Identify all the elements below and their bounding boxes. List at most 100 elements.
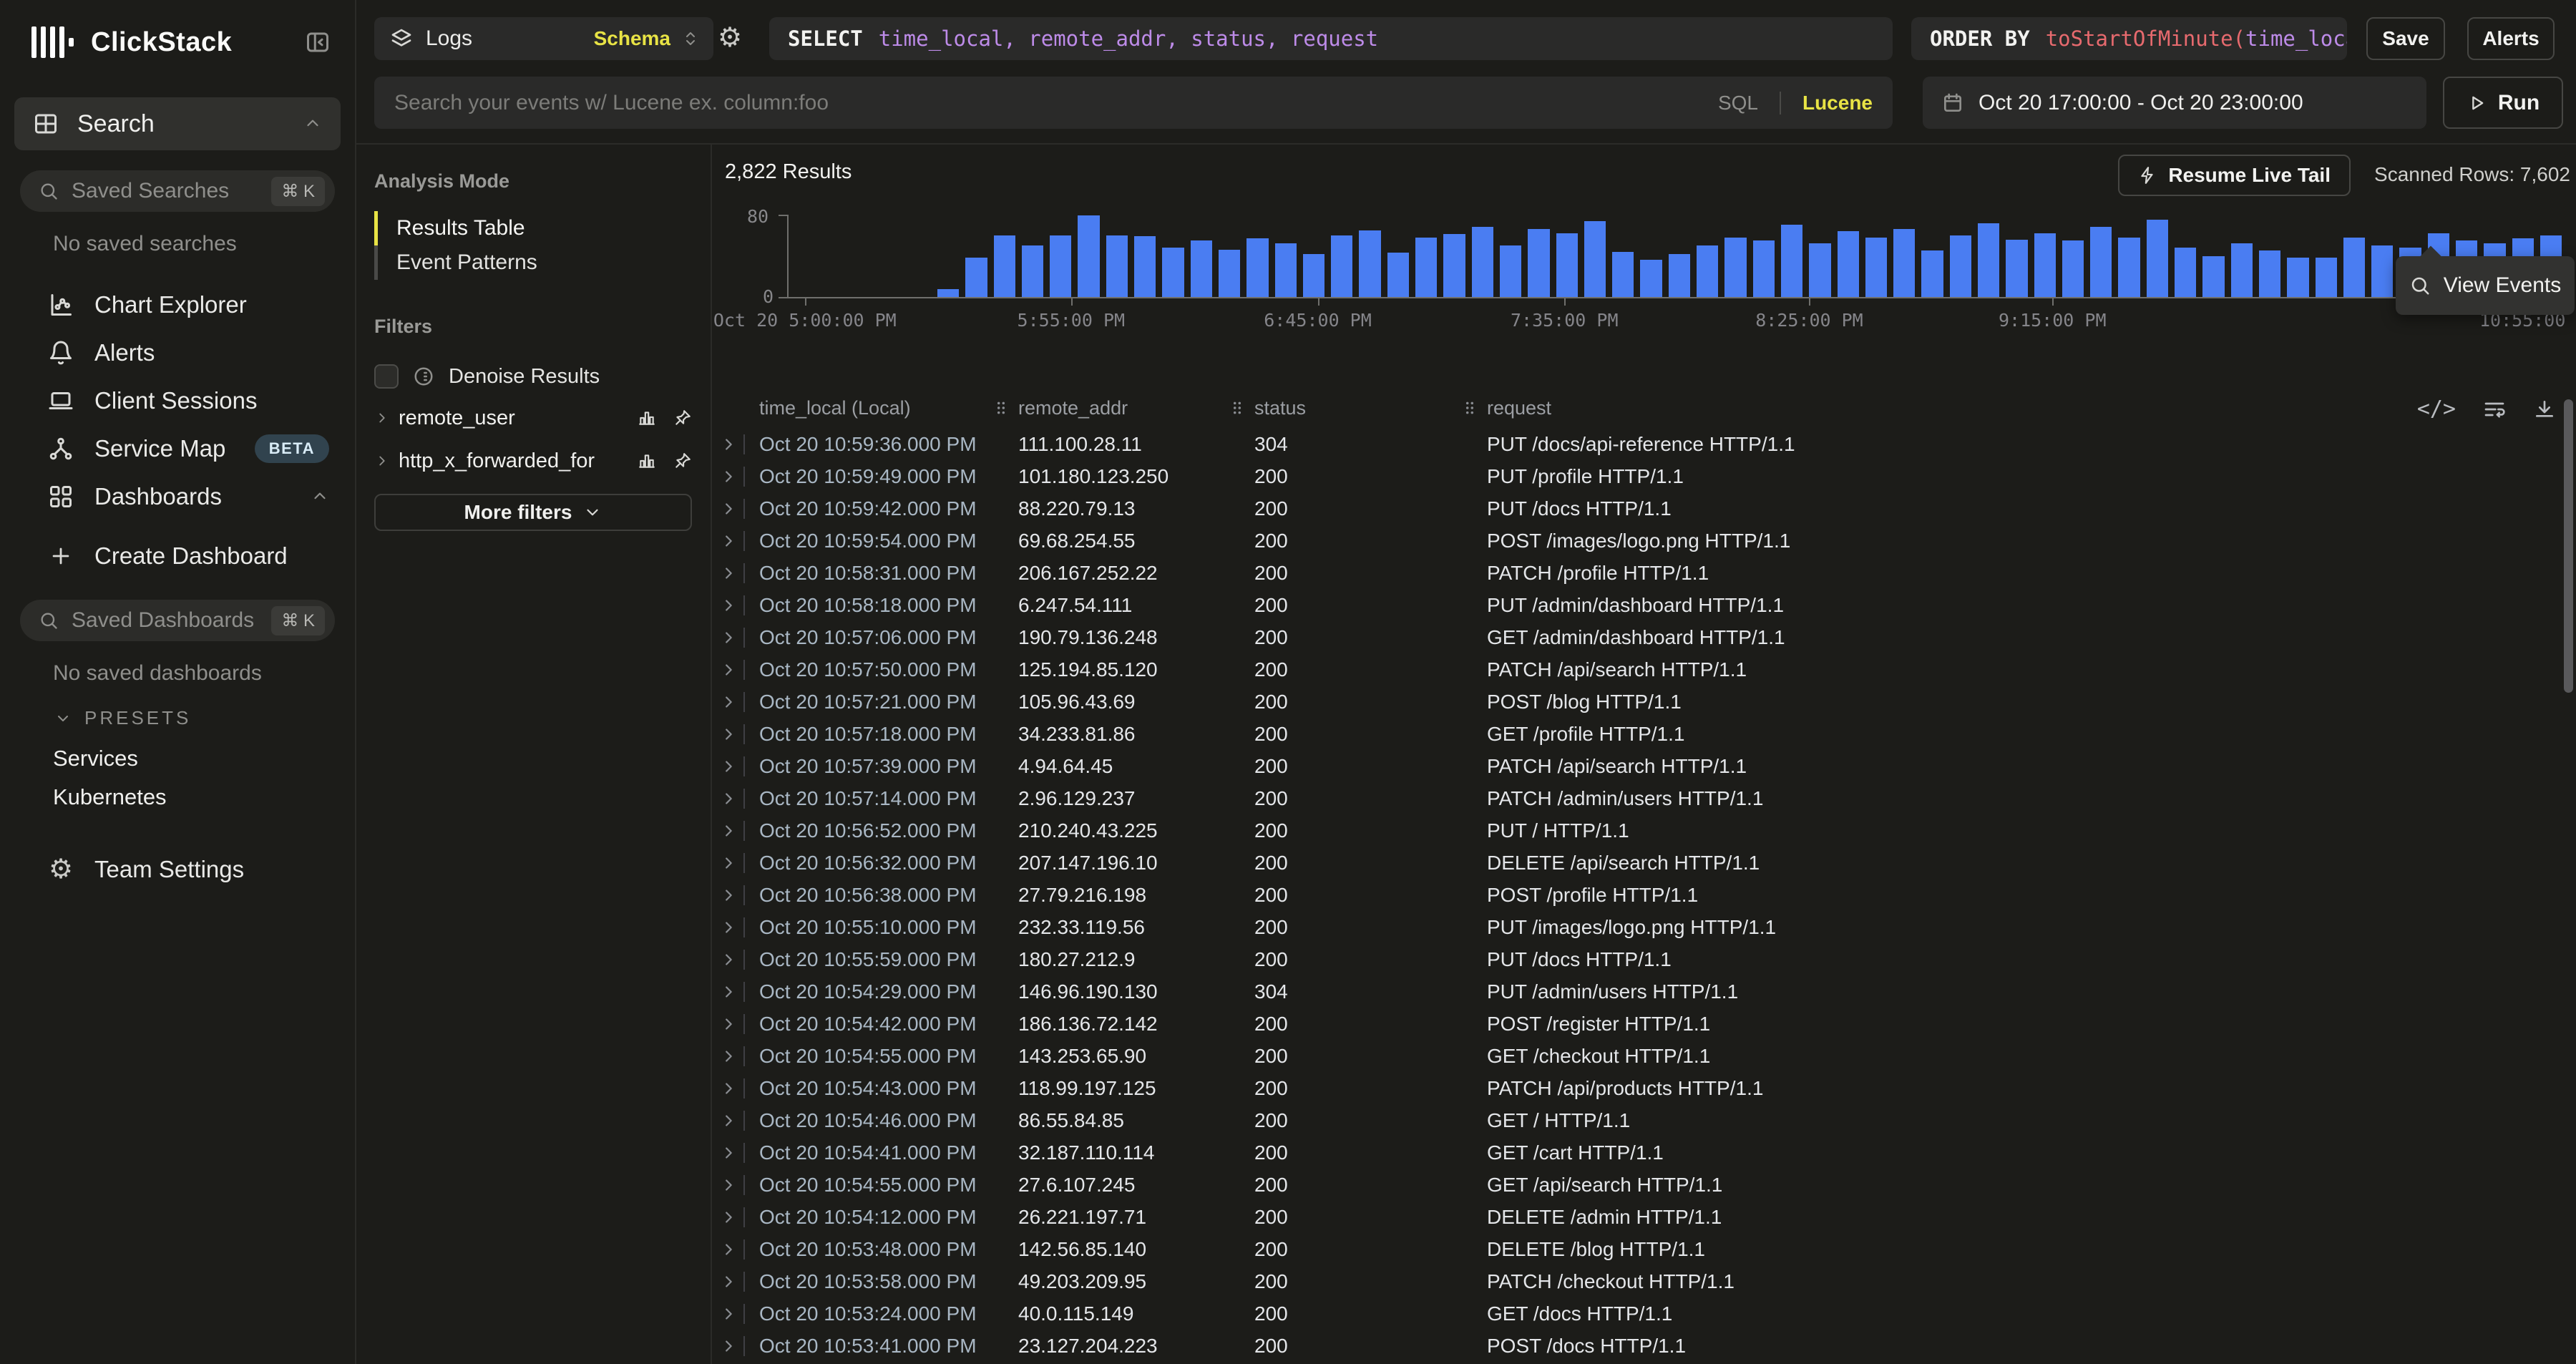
row-expand-button[interactable] <box>712 628 745 648</box>
sidebar-item-team-settings[interactable]: ⚙ Team Settings <box>0 845 355 893</box>
filter-field-http-x-forwarded-for[interactable]: http_x_forwarded_for <box>374 439 692 482</box>
run-button[interactable]: Run <box>2443 77 2563 129</box>
mini-chart-icon[interactable] <box>638 409 656 427</box>
alerts-button[interactable]: Alerts <box>2467 17 2555 60</box>
search-input[interactable] <box>394 91 1707 115</box>
column-header-request[interactable]: request <box>1450 397 2563 419</box>
row-expand-button[interactable] <box>712 1078 745 1098</box>
row-expand-button[interactable] <box>712 467 745 487</box>
row-expand-button[interactable] <box>712 1014 745 1034</box>
table-row[interactable]: Oct 20 10:55:10.000 PM232.33.119.56200PU… <box>712 911 2563 943</box>
table-row[interactable]: Oct 20 10:54:29.000 PM146.96.190.130304P… <box>712 975 2563 1008</box>
table-row[interactable]: Oct 20 10:57:06.000 PM190.79.136.248200G… <box>712 621 2563 653</box>
row-expand-button[interactable] <box>712 1175 745 1195</box>
table-row[interactable]: Oct 20 10:54:43.000 PM118.99.197.125200P… <box>712 1072 2563 1104</box>
row-expand-button[interactable] <box>712 1304 745 1324</box>
sidebar-item-alerts[interactable]: Alerts <box>0 328 355 376</box>
saved-searches-input[interactable] <box>72 179 258 203</box>
table-row[interactable]: Oct 20 10:53:48.000 PM142.56.85.140200DE… <box>712 1233 2563 1265</box>
table-row[interactable]: Oct 20 10:54:55.000 PM143.253.65.90200GE… <box>712 1040 2563 1072</box>
table-row[interactable]: Oct 20 10:54:41.000 PM32.187.110.114200G… <box>712 1136 2563 1169</box>
drag-grip-icon[interactable] <box>995 400 1007 416</box>
table-row[interactable]: Oct 20 10:54:42.000 PM186.136.72.142200P… <box>712 1008 2563 1040</box>
mini-chart-icon[interactable] <box>638 452 656 470</box>
table-row[interactable]: Oct 20 10:55:59.000 PM180.27.212.9200PUT… <box>712 943 2563 975</box>
row-expand-button[interactable] <box>712 853 745 873</box>
table-row[interactable]: Oct 20 10:59:54.000 PM69.68.254.55200POS… <box>712 525 2563 557</box>
source-selector[interactable]: Logs Schema <box>374 17 713 60</box>
row-expand-button[interactable] <box>712 692 745 712</box>
denoise-checkbox[interactable] <box>374 364 399 389</box>
table-row[interactable]: Oct 20 10:56:52.000 PM210.240.43.225200P… <box>712 814 2563 847</box>
create-dashboard-button[interactable]: Create Dashboard <box>0 532 355 580</box>
sidebar-item-chart-explorer[interactable]: Chart Explorer <box>0 281 355 328</box>
row-expand-button[interactable] <box>712 950 745 970</box>
event-search-bar[interactable]: SQL Lucene <box>374 77 1893 129</box>
table-row[interactable]: Oct 20 10:54:55.000 PM27.6.107.245200GET… <box>712 1169 2563 1201</box>
table-row[interactable]: Oct 20 10:57:50.000 PM125.194.85.120200P… <box>712 653 2563 686</box>
filter-field-remote-user[interactable]: remote_user <box>374 396 692 439</box>
table-row[interactable]: Oct 20 10:53:58.000 PM49.203.209.95200PA… <box>712 1265 2563 1297</box>
select-query-input[interactable]: SELECT time_local, remote_addr, status, … <box>769 17 1893 60</box>
table-row[interactable]: Oct 20 10:53:41.000 PM23.127.204.223200P… <box>712 1330 2563 1362</box>
more-filters-button[interactable]: More filters <box>374 494 692 531</box>
sidebar-item-client-sessions[interactable]: Client Sessions <box>0 376 355 424</box>
saved-dashboards-input[interactable] <box>72 608 258 633</box>
row-expand-button[interactable] <box>712 1239 745 1260</box>
row-expand-button[interactable] <box>712 434 745 454</box>
table-row[interactable]: Oct 20 10:54:12.000 PM26.221.197.71200DE… <box>712 1201 2563 1233</box>
table-row[interactable]: Oct 20 10:57:14.000 PM2.96.129.237200PAT… <box>712 782 2563 814</box>
row-expand-button[interactable] <box>712 1143 745 1163</box>
table-row[interactable]: Oct 20 10:57:39.000 PM4.94.64.45200PATCH… <box>712 750 2563 782</box>
table-row[interactable]: Oct 20 10:58:31.000 PM206.167.252.22200P… <box>712 557 2563 589</box>
row-expand-button[interactable] <box>712 563 745 583</box>
drag-grip-icon[interactable] <box>1464 400 1475 416</box>
chevron-up-icon[interactable] <box>303 115 322 133</box>
table-row[interactable]: Oct 20 10:54:46.000 PM86.55.84.85200GET … <box>712 1104 2563 1136</box>
resume-live-tail-button[interactable]: Resume Live Tail <box>2118 155 2351 196</box>
table-row[interactable]: Oct 20 10:56:38.000 PM27.79.216.198200PO… <box>712 879 2563 911</box>
preset-item-kubernetes[interactable]: Kubernetes <box>0 778 355 817</box>
mode-results-table[interactable]: Results Table <box>374 211 692 245</box>
sidebar-item-service-map[interactable]: Service Map BETA <box>0 424 355 472</box>
row-expand-button[interactable] <box>712 1046 745 1066</box>
table-row[interactable]: Oct 20 10:59:49.000 PM101.180.123.250200… <box>712 460 2563 492</box>
table-row[interactable]: Oct 20 10:59:42.000 PM88.220.79.13200PUT… <box>712 492 2563 525</box>
row-expand-button[interactable] <box>712 499 745 519</box>
row-expand-button[interactable] <box>712 531 745 551</box>
row-expand-button[interactable] <box>712 1207 745 1227</box>
row-expand-button[interactable] <box>712 982 745 1002</box>
drag-grip-icon[interactable] <box>1231 400 1243 416</box>
table-row[interactable]: Oct 20 10:59:36.000 PM111.100.28.11304PU… <box>712 428 2563 460</box>
save-button[interactable]: Save <box>2366 17 2445 60</box>
sidebar-item-dashboards[interactable]: Dashboards <box>0 472 355 520</box>
row-expand-button[interactable] <box>712 660 745 680</box>
table-row[interactable]: Oct 20 10:57:18.000 PM34.233.81.86200GET… <box>712 718 2563 750</box>
chevron-up-icon[interactable] <box>311 487 329 506</box>
sidebar-item-search[interactable]: Search <box>14 97 341 150</box>
mode-event-patterns[interactable]: Event Patterns <box>374 245 692 280</box>
sql-toggle[interactable]: SQL <box>1718 92 1758 115</box>
row-expand-button[interactable] <box>712 724 745 744</box>
schema-select[interactable]: Schema <box>594 27 670 50</box>
row-expand-button[interactable] <box>712 1111 745 1131</box>
row-expand-button[interactable] <box>712 1336 745 1356</box>
table-row[interactable]: Oct 20 10:57:21.000 PM105.96.43.69200POS… <box>712 686 2563 718</box>
date-range-picker[interactable]: Oct 20 17:00:00 - Oct 20 23:00:00 <box>1923 77 2426 129</box>
presets-section[interactable]: PRESETS <box>54 707 355 729</box>
column-header-status[interactable]: status <box>1217 397 1450 419</box>
preset-item-services[interactable]: Services <box>0 739 355 778</box>
saved-dashboards-search[interactable]: ⌘ K <box>20 600 335 641</box>
row-expand-button[interactable] <box>712 756 745 776</box>
table-row[interactable]: Oct 20 10:53:24.000 PM40.0.115.149200GET… <box>712 1297 2563 1330</box>
saved-searches-search[interactable]: ⌘ K <box>20 170 335 212</box>
row-expand-button[interactable] <box>712 789 745 809</box>
row-expand-button[interactable] <box>712 885 745 905</box>
pin-icon[interactable] <box>673 452 692 470</box>
lucene-toggle[interactable]: Lucene <box>1802 92 1873 115</box>
row-expand-button[interactable] <box>712 821 745 841</box>
column-header-time-local[interactable]: time_local (Local) <box>745 397 981 419</box>
row-expand-button[interactable] <box>712 595 745 615</box>
row-expand-button[interactable] <box>712 917 745 937</box>
pin-icon[interactable] <box>673 409 692 427</box>
